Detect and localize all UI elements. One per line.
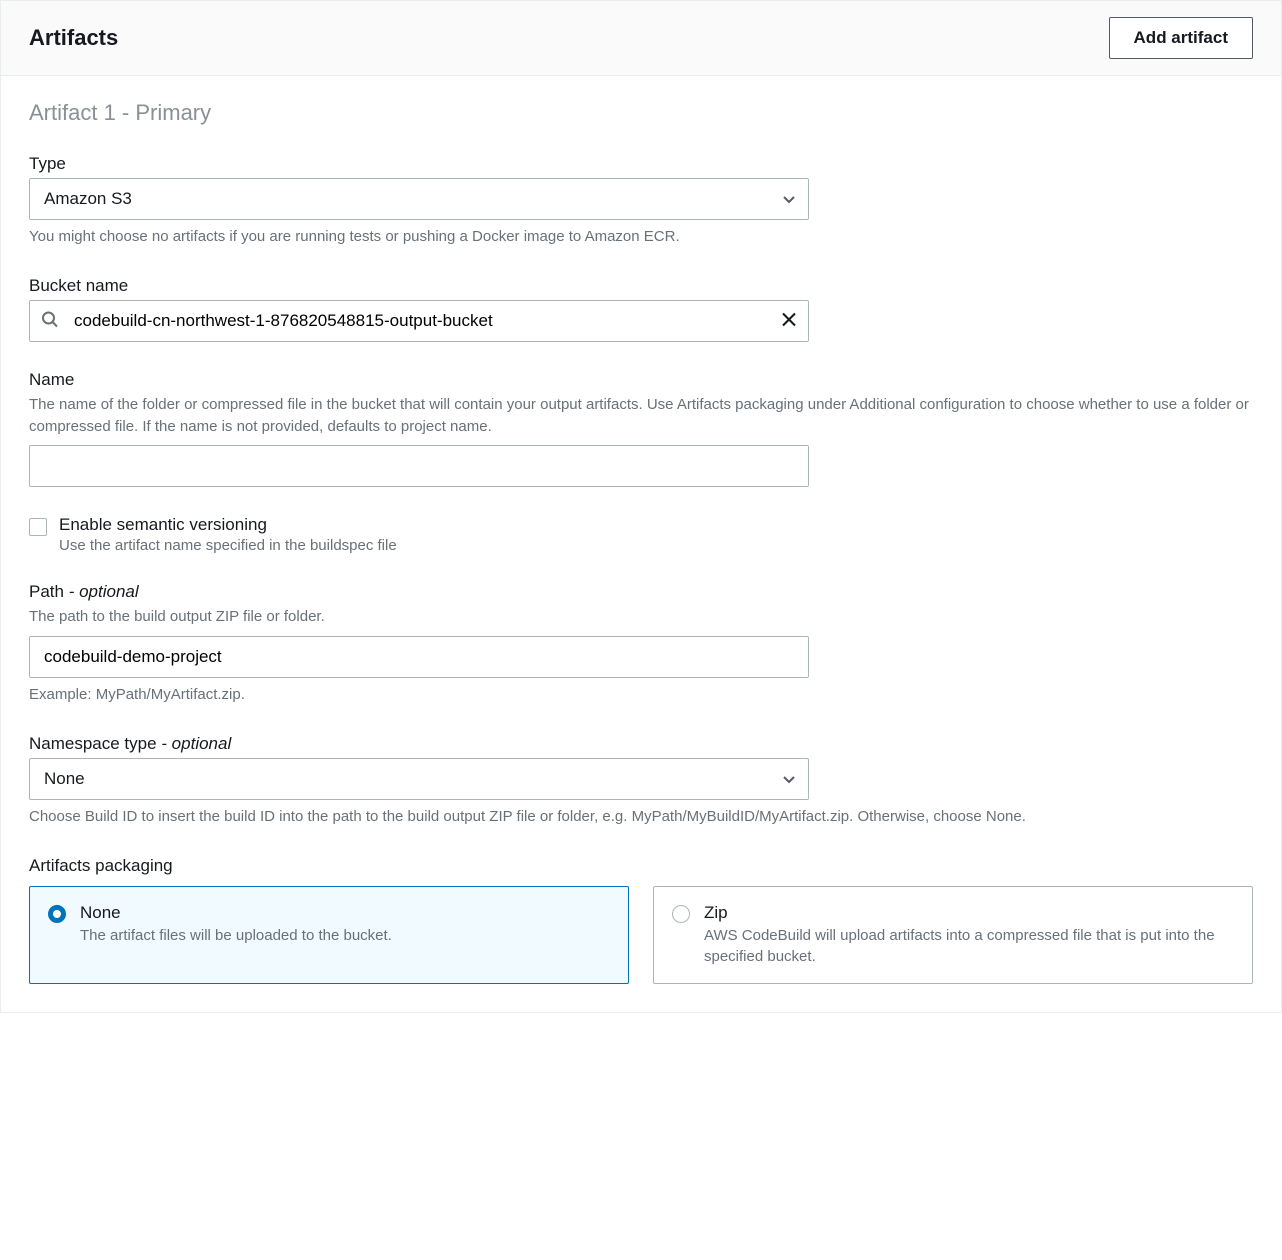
panel-title: Artifacts bbox=[29, 25, 118, 51]
search-icon bbox=[41, 310, 59, 331]
clear-icon[interactable] bbox=[781, 311, 797, 330]
namespace-select-value: None bbox=[44, 769, 85, 789]
namespace-group: Namespace type - optional None Choose Bu… bbox=[29, 734, 1253, 828]
type-select[interactable]: Amazon S3 bbox=[29, 178, 809, 220]
packaging-none-label: None bbox=[80, 903, 392, 923]
namespace-help: Choose Build ID to insert the build ID i… bbox=[29, 806, 1253, 828]
type-group: Type Amazon S3 You might choose no artif… bbox=[29, 154, 1253, 248]
name-description: The name of the folder or compressed fil… bbox=[29, 394, 1253, 438]
path-label: Path - optional bbox=[29, 582, 1253, 602]
type-select-value: Amazon S3 bbox=[44, 189, 132, 209]
semver-label: Enable semantic versioning bbox=[59, 515, 397, 535]
name-input[interactable] bbox=[29, 445, 809, 487]
path-description: The path to the build output ZIP file or… bbox=[29, 606, 1253, 628]
radio-icon bbox=[672, 905, 690, 923]
packaging-option-none[interactable]: None The artifact files will be uploaded… bbox=[29, 886, 629, 984]
name-label: Name bbox=[29, 370, 1253, 390]
namespace-label: Namespace type - optional bbox=[29, 734, 1253, 754]
packaging-zip-description: AWS CodeBuild will upload artifacts into… bbox=[704, 925, 1234, 967]
bucket-input[interactable] bbox=[29, 300, 809, 342]
path-input[interactable] bbox=[29, 636, 809, 678]
path-group: Path - optional The path to the build ou… bbox=[29, 582, 1253, 706]
packaging-group: Artifacts packaging None The artifact fi… bbox=[29, 856, 1253, 984]
bucket-group: Bucket name bbox=[29, 276, 1253, 342]
panel-header: Artifacts Add artifact bbox=[1, 1, 1281, 76]
packaging-none-description: The artifact files will be uploaded to t… bbox=[80, 925, 392, 946]
artifact-section-title: Artifact 1 - Primary bbox=[29, 100, 1253, 126]
semver-group: Enable semantic versioning Use the artif… bbox=[29, 515, 1253, 554]
name-group: Name The name of the folder or compresse… bbox=[29, 370, 1253, 488]
bucket-label: Bucket name bbox=[29, 276, 1253, 296]
artifacts-panel: Artifacts Add artifact Artifact 1 - Prim… bbox=[0, 0, 1282, 1013]
namespace-select[interactable]: None bbox=[29, 758, 809, 800]
type-help: You might choose no artifacts if you are… bbox=[29, 226, 1253, 248]
semver-checkbox[interactable] bbox=[29, 518, 47, 536]
add-artifact-button[interactable]: Add artifact bbox=[1109, 17, 1253, 59]
path-example: Example: MyPath/MyArtifact.zip. bbox=[29, 684, 1253, 706]
packaging-option-zip[interactable]: Zip AWS CodeBuild will upload artifacts … bbox=[653, 886, 1253, 984]
panel-body: Artifact 1 - Primary Type Amazon S3 You … bbox=[1, 76, 1281, 1012]
radio-icon bbox=[48, 905, 66, 923]
packaging-zip-label: Zip bbox=[704, 903, 1234, 923]
type-label: Type bbox=[29, 154, 1253, 174]
packaging-label: Artifacts packaging bbox=[29, 856, 1253, 876]
semver-description: Use the artifact name specified in the b… bbox=[59, 537, 397, 554]
